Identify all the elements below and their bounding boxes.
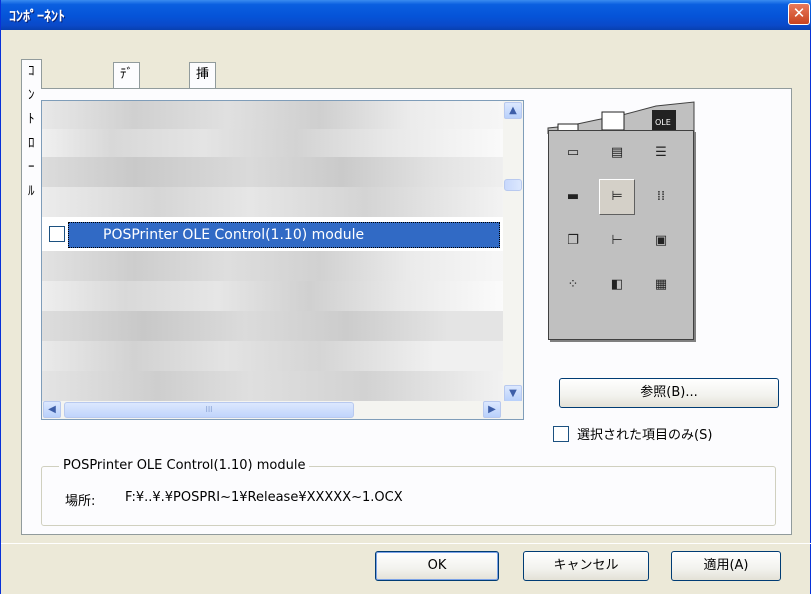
location-value: F:¥..¥.¥POSPRI~1¥Release¥XXXXX~1.OCX bbox=[125, 490, 403, 505]
scroll-up-button[interactable]: ▲ bbox=[504, 102, 522, 119]
ok-button[interactable]: OK bbox=[375, 551, 499, 581]
selected-only-label: 選択された項目のみ(S) bbox=[577, 428, 713, 443]
cancel-button[interactable]: キャンセル bbox=[523, 551, 649, 581]
apply-button[interactable]: 適用(A) bbox=[671, 551, 781, 581]
grid-icon: ⁞⁞ bbox=[656, 189, 666, 204]
horizontal-scroll-thumb[interactable]: III bbox=[64, 402, 354, 418]
scroll-right-button[interactable]: ▶ bbox=[483, 401, 501, 418]
label-icon: ▤ bbox=[610, 145, 624, 160]
component-list[interactable]: POSPrinter OLE Control(1.10) module ▲ ▼ … bbox=[41, 100, 524, 420]
vertical-scroll-thumb[interactable] bbox=[504, 179, 522, 191]
browse-button[interactable]: 参照(B)... bbox=[559, 378, 779, 408]
horizontal-scrollbar[interactable]: ◀ III ▶ bbox=[42, 401, 523, 419]
tab-designers[interactable]: ﾃﾞｻﾞｲﾅ bbox=[113, 62, 140, 130]
form-icon: ☰ bbox=[655, 145, 667, 160]
scroll-left-button[interactable]: ◀ bbox=[43, 401, 61, 418]
tree-icon: ⊨ bbox=[599, 179, 635, 215]
close-button[interactable]: ✕ bbox=[788, 3, 810, 25]
panel-icon: ▦ bbox=[654, 277, 668, 292]
dots-icon: ⁘ bbox=[567, 277, 579, 292]
vertical-scrollbar[interactable]: ▲ ▼ bbox=[503, 101, 523, 403]
selected-only-checkbox[interactable] bbox=[553, 426, 569, 442]
palette-body: ▭ ▤ ☰ ▬ ⊨ ⁞⁞ ❐ ⊢ ▣ ⁘ ◧ ▦ bbox=[548, 130, 694, 340]
db-icon: ▣ bbox=[654, 233, 668, 248]
frame-icon: ▭ bbox=[566, 145, 580, 160]
tab-controls[interactable]: ｺﾝﾄﾛｰﾙ bbox=[21, 59, 42, 199]
separator bbox=[1, 543, 811, 544]
window-icon: ❐ bbox=[567, 233, 579, 248]
title-bar[interactable]: ｺﾝﾎﾟｰﾈﾝﾄ ✕ bbox=[1, 0, 811, 30]
tab-insertable-objects[interactable]: 挿入可能なｵﾌﾞｼﾞｪｸﾄ bbox=[189, 62, 217, 298]
rect-icon: ▬ bbox=[566, 189, 580, 204]
selected-list-item[interactable]: POSPrinter OLE Control(1.10) module bbox=[68, 222, 500, 248]
group-title: POSPrinter OLE Control(1.10) module bbox=[59, 458, 310, 473]
palette-toolbar-icons: OLE bbox=[547, 101, 695, 134]
component-dialog: ｺﾝﾎﾟｰﾈﾝﾄ ✕ ｺﾝﾄﾛｰﾙ ﾃﾞｻﾞｲﾅ 挿入可能なｵﾌﾞｼﾞｪｸﾄ P… bbox=[0, 0, 811, 594]
item-checkbox[interactable] bbox=[49, 226, 65, 242]
scroll-down-button[interactable]: ▼ bbox=[504, 385, 522, 402]
location-label: 場所: bbox=[65, 494, 96, 509]
svg-text:OLE: OLE bbox=[655, 118, 671, 127]
list-icon: ⊢ bbox=[611, 233, 623, 248]
component-palette-preview: OLE ▭ ▤ ☰ ▬ ⊨ ⁞⁞ ❐ ⊢ ▣ ⁘ ◧ ▦ bbox=[546, 100, 696, 342]
window-title: ｺﾝﾎﾟｰﾈﾝﾄ bbox=[9, 9, 65, 25]
image-icon: ◧ bbox=[610, 277, 624, 292]
